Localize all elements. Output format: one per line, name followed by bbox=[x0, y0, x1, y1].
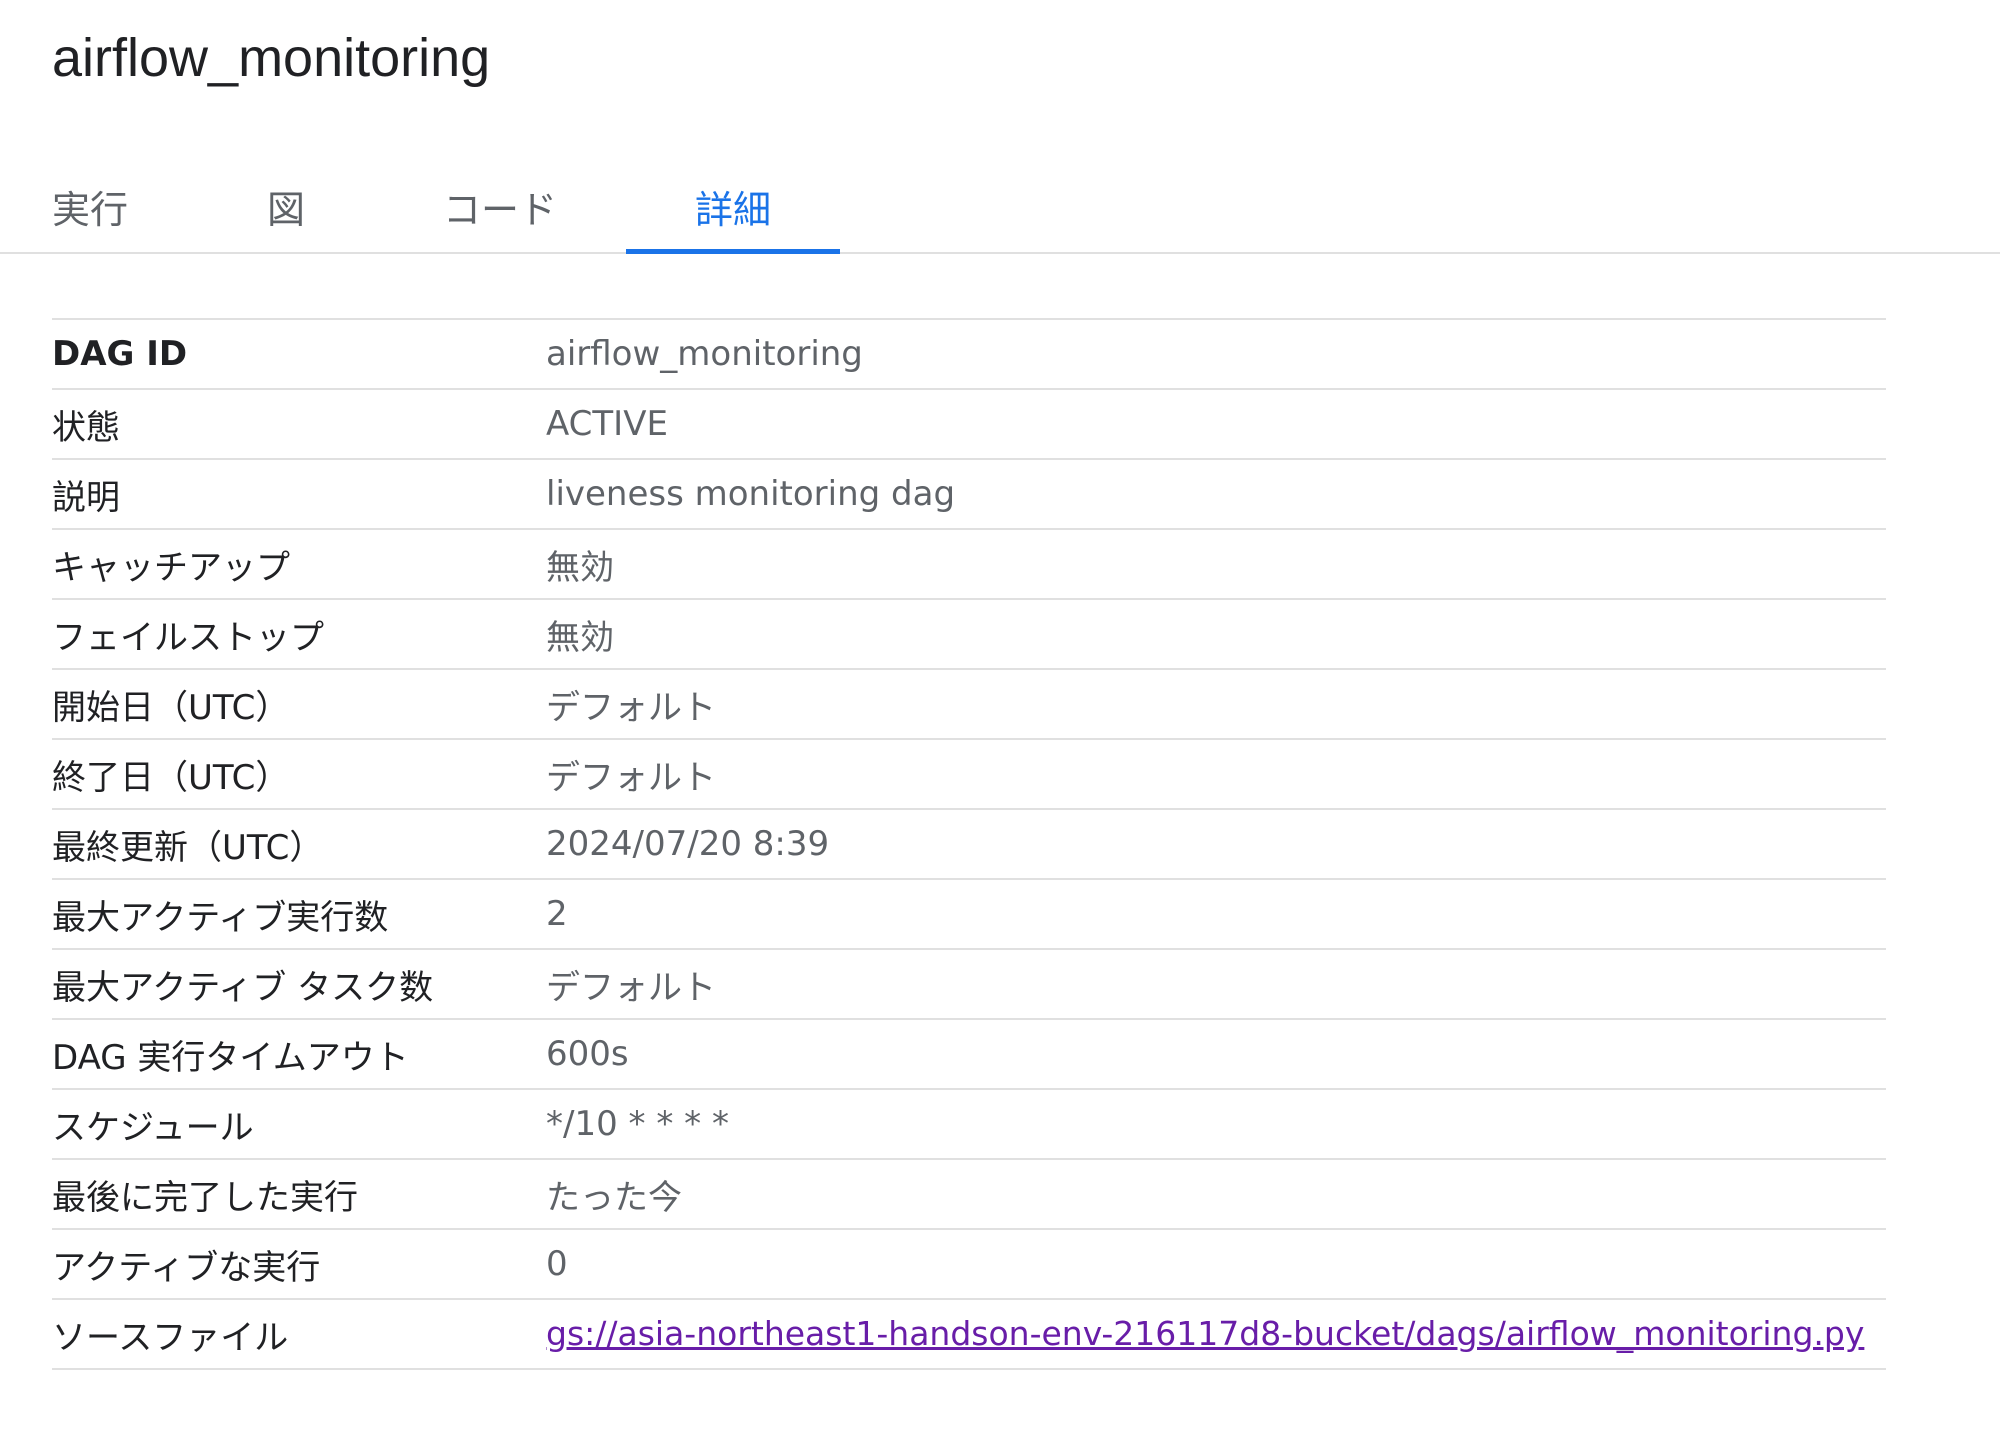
row-label: 最大アクティブ タスク数 bbox=[52, 949, 546, 1020]
table-row-description: 説明 liveness monitoring dag bbox=[52, 459, 1886, 530]
tab-bar: 実行 図 コード 詳細 bbox=[0, 160, 2000, 254]
source-file-link[interactable]: gs://asia-northeast1-handson-env-216117d… bbox=[546, 1314, 1864, 1353]
table-row-end-date: 終了日（UTC） デフォルト bbox=[52, 739, 1886, 810]
table-row-active-runs: アクティブな実行 0 bbox=[52, 1229, 1886, 1300]
row-label: 説明 bbox=[52, 459, 546, 530]
row-label: 終了日（UTC） bbox=[52, 739, 546, 810]
table-row-last-updated: 最終更新（UTC） 2024/07/20 8:39 bbox=[52, 809, 1886, 880]
table-row-max-active-runs: 最大アクティブ実行数 2 bbox=[52, 879, 1886, 950]
page-title: airflow_monitoring bbox=[52, 28, 491, 88]
row-value: */10 * * * * bbox=[546, 1089, 1886, 1160]
row-value: デフォルト bbox=[546, 949, 1886, 1020]
row-label: スケジュール bbox=[52, 1089, 546, 1160]
row-value: 600s bbox=[546, 1019, 1886, 1090]
table-row-source-file: ソースファイル gs://asia-northeast1-handson-env… bbox=[52, 1299, 1886, 1370]
tab-graph[interactable]: 図 bbox=[262, 160, 310, 252]
row-value: デフォルト bbox=[546, 739, 1886, 810]
tab-code[interactable]: コード bbox=[440, 160, 560, 252]
details-table: DAG ID airflow_monitoring 状態 ACTIVE 説明 l… bbox=[52, 318, 1886, 1370]
table-row-start-date: 開始日（UTC） デフォルト bbox=[52, 669, 1886, 740]
table-row-dag-run-timeout: DAG 実行タイムアウト 600s bbox=[52, 1019, 1886, 1090]
row-value: 2024/07/20 8:39 bbox=[546, 809, 1886, 880]
row-value: gs://asia-northeast1-handson-env-216117d… bbox=[546, 1299, 1886, 1370]
table-row-max-active-tasks: 最大アクティブ タスク数 デフォルト bbox=[52, 949, 1886, 1020]
row-label: 状態 bbox=[52, 389, 546, 460]
row-label: ソースファイル bbox=[52, 1299, 546, 1370]
table-row-fail-stop: フェイルストップ 無効 bbox=[52, 599, 1886, 670]
tab-details[interactable]: 詳細 bbox=[626, 160, 840, 254]
row-label: 最終更新（UTC） bbox=[52, 809, 546, 880]
row-value: airflow_monitoring bbox=[546, 319, 1886, 390]
table-row-catchup: キャッチアップ 無効 bbox=[52, 529, 1886, 600]
row-label: 最大アクティブ実行数 bbox=[52, 879, 546, 950]
table-row-dag-id: DAG ID airflow_monitoring bbox=[52, 319, 1886, 390]
tab-runs[interactable]: 実行 bbox=[52, 160, 128, 252]
row-label: アクティブな実行 bbox=[52, 1229, 546, 1300]
row-value: 無効 bbox=[546, 599, 1886, 670]
table-row-status: 状態 ACTIVE bbox=[52, 389, 1886, 460]
table-row-last-completed-run: 最後に完了した実行 たった今 bbox=[52, 1159, 1886, 1230]
row-label: フェイルストップ bbox=[52, 599, 546, 670]
row-label: DAG ID bbox=[52, 319, 546, 390]
row-value: デフォルト bbox=[546, 669, 1886, 740]
row-value: liveness monitoring dag bbox=[546, 459, 1886, 530]
row-value: ACTIVE bbox=[546, 389, 1886, 460]
row-label: 最後に完了した実行 bbox=[52, 1159, 546, 1230]
row-label: DAG 実行タイムアウト bbox=[52, 1019, 546, 1090]
row-value: 無効 bbox=[546, 529, 1886, 600]
row-value: 2 bbox=[546, 879, 1886, 950]
row-value: 0 bbox=[546, 1229, 1886, 1300]
row-label: 開始日（UTC） bbox=[52, 669, 546, 740]
table-row-schedule: スケジュール */10 * * * * bbox=[52, 1089, 1886, 1160]
row-label: キャッチアップ bbox=[52, 529, 546, 600]
row-value: たった今 bbox=[546, 1159, 1886, 1230]
